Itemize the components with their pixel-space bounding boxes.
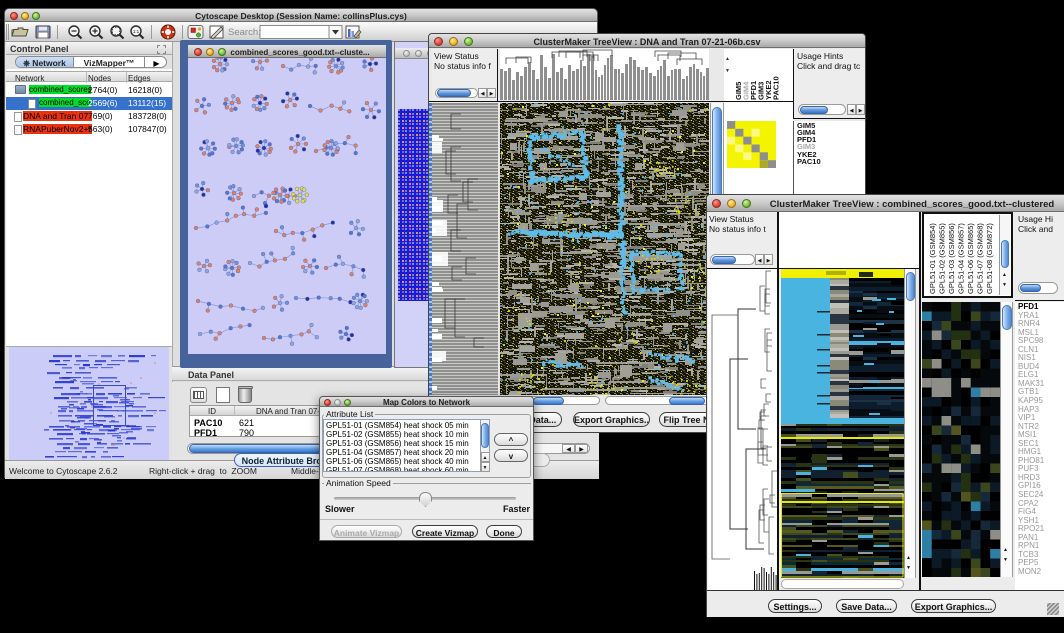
svg-text:GPL51-01 (GSM854): GPL51-01 (GSM854) [928, 223, 937, 294]
svg-text:GPL51-03 (GSM856): GPL51-03 (GSM856) [947, 223, 956, 294]
svg-text:GPL51-06 (GSM865): GPL51-06 (GSM865) [966, 223, 975, 294]
svg-text:GPL51-04 (GSM857): GPL51-04 (GSM857) [957, 223, 966, 294]
svg-text:PAC10: PAC10 [772, 76, 781, 100]
svg-text:GPL51-08 (GSM872): GPL51-08 (GSM872) [985, 223, 994, 294]
svg-text:GPL51-07 (GSM868): GPL51-07 (GSM868) [976, 223, 985, 294]
svg-text:GPL51-02 (GSM855): GPL51-02 (GSM855) [938, 223, 947, 294]
svg-text:Search:: Search: [228, 27, 261, 38]
svg-text:1:1: 1:1 [133, 29, 140, 34]
